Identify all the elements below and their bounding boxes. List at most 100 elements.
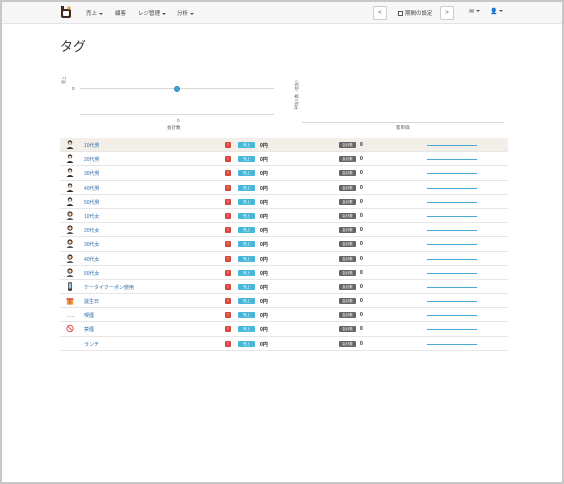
alert-badge: ! <box>225 283 231 290</box>
count-value: 0 <box>360 298 363 305</box>
chart1-ylabel: 売上 <box>61 76 66 84</box>
tag-name-link[interactable]: 30代女 <box>84 241 100 248</box>
chart1-point[interactable] <box>174 86 180 92</box>
count-value: 0 <box>360 283 363 290</box>
chevron-down-icon <box>476 10 481 13</box>
menu-register[interactable]: レジ管理 <box>138 9 167 17</box>
woman-icon <box>66 211 74 220</box>
table-row[interactable]: 誕生日! 売上 0円 会計数 0 <box>60 294 508 309</box>
sales-badge: 売上 <box>238 227 255 234</box>
sales-value: 0円 <box>260 157 268 164</box>
sales-badge: 売上 <box>238 298 255 305</box>
tag-name-link[interactable]: ランチ <box>84 341 99 348</box>
tag-name-link[interactable]: ケータイクーポン使用 <box>84 284 134 291</box>
man-icon <box>66 182 74 192</box>
alert-badge: ! <box>225 255 231 262</box>
tag-name-link[interactable]: 40代男 <box>84 185 100 192</box>
page-title: タグ <box>60 40 87 55</box>
table-row[interactable]: 50代女! 売上 0円 会計数 0 <box>60 266 508 280</box>
sales-badge: 売上 <box>238 326 255 333</box>
count-badge: 会計数 <box>339 283 356 290</box>
sales-badge: 売上 <box>238 269 255 276</box>
tag-name-link[interactable]: 50代男 <box>84 199 100 206</box>
menu-analysis[interactable]: 分析 <box>177 9 195 17</box>
sparkline <box>427 215 477 217</box>
user-menu[interactable]: 👤 <box>490 8 504 15</box>
menu-analysis-label: 分析 <box>177 11 189 17</box>
sales-badge: 売上 <box>238 283 255 290</box>
sales-value: 0円 <box>260 327 268 334</box>
sparkline <box>427 173 477 175</box>
tag-name-link[interactable]: 50代女 <box>84 270 100 277</box>
sparkline <box>427 315 477 317</box>
count-badge: 会計数 <box>339 212 356 219</box>
count-value: 0 <box>360 198 363 205</box>
chart1-x-axis <box>80 114 274 115</box>
chart1-ytick: 0 <box>72 86 75 91</box>
man-icon <box>66 168 74 178</box>
sales-value: 0円 <box>260 341 268 348</box>
count-badge: 会計数 <box>339 170 356 177</box>
table-row[interactable]: 40代男! 売上 0円 会計数 0 <box>60 181 508 195</box>
sales-value: 0円 <box>260 185 268 192</box>
count-badge: 会計数 <box>339 241 356 248</box>
alert-badge: ! <box>225 241 231 248</box>
man-icon <box>66 140 74 149</box>
table-row[interactable]: 50代男! 売上 0円 会計数 0 <box>60 195 508 209</box>
table-row[interactable]: ランチ! 売上 0円 会計数 0 <box>60 337 508 351</box>
tag-name-link[interactable]: 10代男 <box>84 142 100 149</box>
sales-value: 0円 <box>260 284 268 291</box>
tag-name-link[interactable]: 誕生日 <box>84 298 99 305</box>
table-row[interactable]: 20代女! 売上 0円 会計数 0 <box>60 223 508 238</box>
woman-icon <box>66 253 74 263</box>
alert-badge: ! <box>225 184 231 191</box>
sparkline <box>427 258 477 260</box>
sales-value: 0円 <box>260 270 268 277</box>
chart2-ylabel: 平均人数（会計） <box>294 78 299 110</box>
tag-name-link[interactable]: 30代男 <box>84 170 100 177</box>
tag-name-link[interactable]: 20代女 <box>84 227 100 234</box>
alert-badge: ! <box>225 212 231 219</box>
table-row[interactable]: 喫煙! 売上 0円 会計数 0 <box>60 308 508 323</box>
menu-sales-label: 売上 <box>86 11 98 17</box>
table-row[interactable]: 10代女! 売上 0円 会計数 0 <box>60 209 508 224</box>
woman-icon <box>66 268 74 277</box>
next-period-button[interactable]: > <box>440 6 454 20</box>
alert-badge: ! <box>225 312 231 319</box>
sparkline <box>427 301 477 303</box>
tag-name-link[interactable]: 20代男 <box>84 156 100 163</box>
tag-name-link[interactable]: 10代女 <box>84 213 100 220</box>
man-icon <box>66 197 74 206</box>
sales-value: 0円 <box>260 228 268 235</box>
sales-badge: 売上 <box>238 241 255 248</box>
table-row[interactable]: 禁煙! 売上 0円 会計数 0 <box>60 322 508 337</box>
sales-badge: 売上 <box>238 184 255 191</box>
chevron-down-icon <box>162 12 167 15</box>
tag-name-link[interactable]: 40代女 <box>84 256 100 263</box>
sparkline <box>427 159 477 161</box>
count-value: 0 <box>360 212 363 219</box>
count-value: 0 <box>360 170 363 177</box>
table-row[interactable]: ケータイクーポン使用! 売上 0円 会計数 0 <box>60 280 508 295</box>
tag-name-link[interactable]: 喫煙 <box>84 312 94 319</box>
table-row[interactable]: 20代男! 売上 0円 会計数 0 <box>60 152 508 167</box>
table-row[interactable]: 10代男! 売上 0円 会計数 0 <box>60 138 508 153</box>
menu-customers[interactable]: 顧客 <box>115 9 126 17</box>
period-settings[interactable]: 期間の設定 <box>398 9 433 17</box>
table-row[interactable]: 30代女! 売上 0円 会計数 0 <box>60 237 508 252</box>
woman-icon <box>66 239 74 249</box>
app-logo[interactable] <box>60 6 72 19</box>
count-badge: 会計数 <box>339 269 356 276</box>
table-row[interactable]: 40代女! 売上 0円 会計数 0 <box>60 252 508 266</box>
prev-period-button[interactable]: < <box>373 6 387 20</box>
alert-badge: ! <box>225 340 231 347</box>
envelope-icon[interactable]: ✉ <box>469 8 481 15</box>
chart1-xlabel: 会計数 <box>167 125 181 130</box>
count-value: 0 <box>360 241 363 248</box>
table-row[interactable]: 30代男! 売上 0円 会計数 0 <box>60 166 508 181</box>
tag-name-link[interactable]: 禁煙 <box>84 326 94 333</box>
sales-value: 0円 <box>260 313 268 320</box>
menu-sales[interactable]: 売上 <box>86 9 104 17</box>
man-icon <box>66 154 74 164</box>
sales-badge: 売上 <box>238 156 255 163</box>
